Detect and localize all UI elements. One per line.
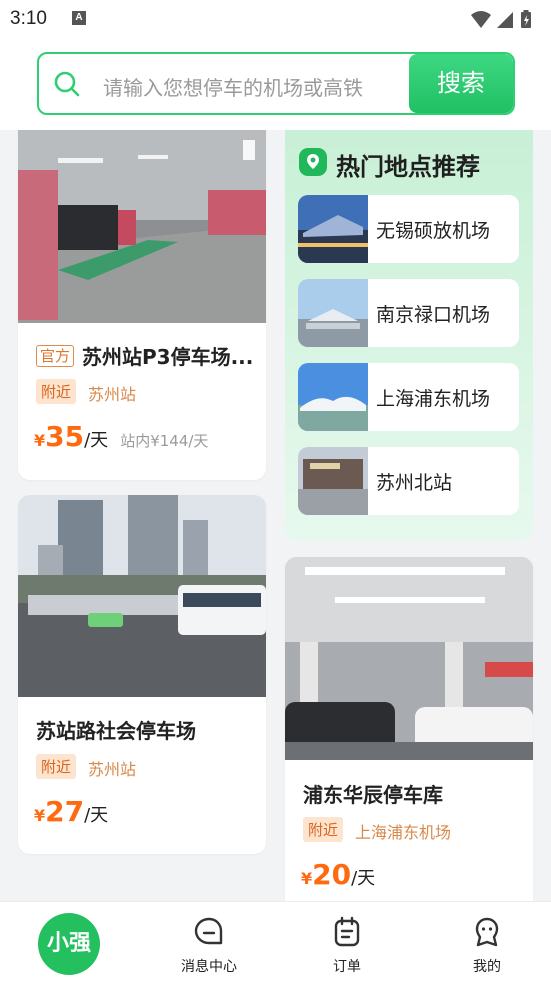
tab-label: 订单 bbox=[333, 959, 361, 975]
status-time: 3:10 bbox=[10, 8, 47, 29]
near-place: 上海浦东机场 bbox=[355, 823, 452, 842]
official-tag: 官方 bbox=[36, 345, 75, 367]
hot-places-title: 热门地点推荐 bbox=[336, 153, 480, 181]
parking-card[interactable]: 官方 苏州站P3停车场... 附近 苏州站 ¥35/天 站内¥144/天 bbox=[18, 130, 266, 480]
price: ¥35/天 站内¥144/天 bbox=[34, 420, 208, 453]
hot-place-item[interactable]: 上海浦东机场 bbox=[298, 363, 519, 431]
price-value: 35 bbox=[45, 420, 85, 453]
place-thumbnail bbox=[298, 363, 368, 431]
parking-photo bbox=[18, 495, 266, 697]
price-value: 20 bbox=[312, 858, 352, 891]
bottom-tab-bar: 小强 消息中心 订单 我的 bbox=[0, 901, 551, 981]
signal-icon bbox=[497, 12, 513, 28]
place-thumbnail bbox=[298, 447, 368, 515]
search-icon bbox=[54, 71, 80, 97]
price-currency: ¥ bbox=[34, 806, 46, 825]
parking-photo bbox=[285, 557, 533, 760]
price-unit: /天 bbox=[84, 805, 109, 826]
price-currency: ¥ bbox=[34, 431, 46, 450]
near-tag: 附近 bbox=[303, 817, 344, 842]
price-unit: /天 bbox=[84, 430, 109, 451]
parking-name: 苏州站P3停车场... bbox=[82, 345, 254, 369]
parking-card[interactable]: 苏站路社会停车场 附近 苏州站 ¥27/天 bbox=[18, 495, 266, 854]
search-header: 请输入您想停车的机场或高铁 搜索 bbox=[0, 40, 551, 130]
search-button[interactable]: 搜索 bbox=[409, 54, 513, 113]
hot-place-item[interactable]: 无锡硕放机场 bbox=[298, 195, 519, 263]
price: ¥20/天 bbox=[301, 858, 375, 891]
near-tag: 附近 bbox=[36, 379, 77, 404]
place-name: 苏州北站 bbox=[376, 472, 453, 494]
near-tag: 附近 bbox=[36, 754, 77, 779]
tab-profile[interactable]: 我的 bbox=[432, 902, 542, 981]
system-status-icons bbox=[471, 10, 531, 28]
search-input[interactable]: 请输入您想停车的机场或高铁 bbox=[103, 72, 363, 101]
tab-label: 我的 bbox=[473, 959, 501, 975]
parking-feed[interactable]: 官方 苏州站P3停车场... 附近 苏州站 ¥35/天 站内¥144/天 苏站路社会… bbox=[0, 130, 551, 901]
status-bar: 3:10 A bbox=[0, 0, 551, 40]
hot-place-item[interactable]: 南京禄口机场 bbox=[298, 279, 519, 347]
tab-label: 消息中心 bbox=[181, 959, 237, 975]
parking-title: 苏站路社会停车场 bbox=[36, 719, 196, 743]
place-name: 无锡硕放机场 bbox=[376, 220, 491, 242]
parking-card[interactable]: 浦东华辰停车库 附近 上海浦东机场 ¥20/天 bbox=[285, 557, 533, 901]
search-box[interactable]: 请输入您想停车的机场或高铁 搜索 bbox=[37, 52, 515, 115]
place-thumbnail bbox=[298, 195, 368, 263]
near-place: 苏州站 bbox=[88, 760, 137, 779]
wifi-icon bbox=[471, 11, 491, 28]
price-currency: ¥ bbox=[301, 869, 313, 888]
parking-photo bbox=[18, 130, 266, 323]
place-name: 上海浦东机场 bbox=[376, 388, 491, 410]
order-icon bbox=[334, 916, 360, 947]
place-name: 南京禄口机场 bbox=[376, 304, 491, 326]
hot-places-panel: 热门地点推荐 无锡硕放机场 南京禄口机场 上海浦东机场 苏州北站 bbox=[285, 130, 533, 541]
hot-place-item[interactable]: 苏州北站 bbox=[298, 447, 519, 515]
price-value: 27 bbox=[45, 795, 85, 828]
near-place: 苏州站 bbox=[88, 385, 137, 404]
message-icon bbox=[194, 917, 223, 945]
parking-title: 官方 苏州站P3停车场... bbox=[36, 341, 256, 370]
notification-icon: A bbox=[72, 11, 86, 25]
tab-messages[interactable]: 消息中心 bbox=[154, 902, 264, 981]
parking-title: 浦东华辰停车库 bbox=[303, 783, 443, 807]
location-pin-icon bbox=[299, 148, 327, 176]
price-unit: /天 bbox=[351, 868, 376, 889]
original-price: 站内¥144/天 bbox=[120, 432, 209, 450]
profile-icon bbox=[475, 917, 499, 947]
price: ¥27/天 bbox=[34, 795, 108, 828]
place-thumbnail bbox=[298, 279, 368, 347]
tab-orders[interactable]: 订单 bbox=[292, 902, 402, 981]
home-tab-button[interactable]: 小强 bbox=[38, 913, 100, 975]
